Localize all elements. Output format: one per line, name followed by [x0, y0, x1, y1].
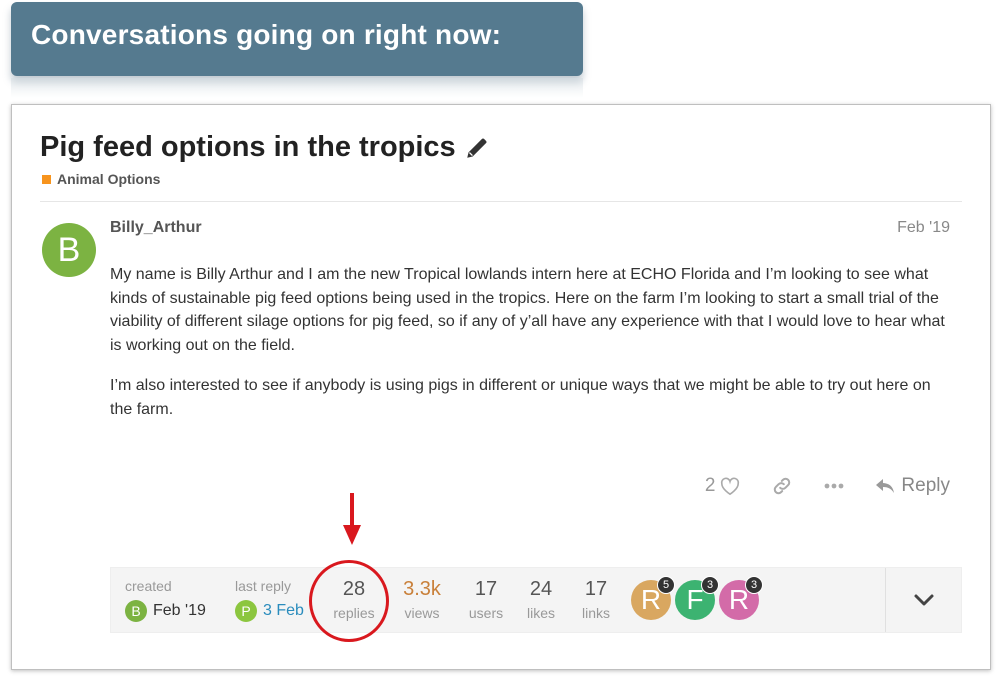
topic-map: created B Feb '19 last reply P 3 Feb 28 … — [110, 560, 962, 642]
topic-title[interactable]: Pig feed options in the tropics — [40, 131, 456, 164]
arrow-down-icon — [343, 493, 361, 545]
section-banner: Conversations going on right now: — [11, 2, 583, 76]
stat-views: 3.3k views — [397, 578, 447, 621]
created-label: created — [125, 578, 172, 594]
avatar[interactable]: B — [42, 223, 96, 277]
stat-likes: 24 likes — [516, 578, 566, 621]
stat-users: 17 users — [461, 578, 511, 621]
stat-label: replies — [333, 605, 375, 621]
avatar[interactable]: P — [235, 600, 257, 622]
post-body: My name is Billy Arthur and I am the new… — [110, 263, 955, 438]
last-reply-date[interactable]: 3 Feb — [263, 602, 304, 620]
stat-label: views — [404, 605, 440, 621]
post-paragraph: I’m also interested to see if anybody is… — [110, 377, 931, 418]
created-date[interactable]: Feb '19 — [153, 602, 206, 620]
avatar[interactable]: F 3 — [675, 576, 719, 620]
last-reply-info: last reply P 3 Feb — [235, 578, 304, 622]
avatar[interactable]: R 5 — [631, 576, 675, 620]
category-name: Animal Options — [57, 171, 161, 187]
avatar[interactable]: B — [125, 600, 147, 622]
stat-label: links — [581, 605, 610, 621]
stat-value: 28 — [342, 578, 366, 600]
stat-value: 17 — [584, 578, 608, 600]
category-color-swatch — [42, 174, 51, 184]
pencil-icon[interactable] — [464, 135, 490, 161]
stat-label: users — [468, 605, 504, 621]
stat-value: 3.3k — [403, 578, 441, 600]
topic-card: Pig feed options in the tropics Animal O… — [11, 104, 991, 670]
topic-title-row: Pig feed options in the tropics — [40, 131, 490, 164]
reply-button[interactable]: Reply — [875, 475, 950, 497]
post-paragraph: My name is Billy Arthur and I am the new… — [110, 266, 945, 354]
post-count-badge: 3 — [745, 576, 763, 594]
participant-avatars: R 5 F 3 R 3 — [631, 576, 763, 620]
stat-label: likes — [526, 605, 555, 621]
divider — [40, 201, 962, 202]
link-icon[interactable] — [771, 475, 793, 497]
post-actions: 2 Reply — [705, 475, 950, 497]
stat-value: 24 — [529, 578, 553, 600]
last-reply-label: last reply — [235, 578, 292, 594]
post-date[interactable]: Feb '19 — [897, 219, 950, 237]
stat-links: 17 links — [571, 578, 621, 621]
like-count: 2 — [704, 475, 716, 496]
banner-shadow — [11, 78, 583, 98]
created-info: created B Feb '19 — [125, 578, 206, 622]
chevron-down-icon — [914, 594, 933, 606]
stat-value: 17 — [474, 578, 498, 600]
post-username[interactable]: Billy_Arthur — [110, 219, 202, 237]
reply-label: Reply — [901, 475, 950, 496]
post-count-badge: 3 — [701, 576, 719, 594]
heart-icon[interactable] — [719, 476, 741, 496]
banner-title: Conversations going on right now: — [31, 19, 502, 50]
reply-icon — [876, 479, 895, 493]
category-badge[interactable]: Animal Options — [42, 171, 160, 187]
post-count-badge: 5 — [657, 576, 675, 594]
avatar[interactable]: R 3 — [719, 576, 763, 620]
more-icon[interactable] — [823, 482, 845, 490]
expand-button[interactable] — [885, 568, 961, 632]
stat-replies: 28 replies — [329, 578, 379, 621]
